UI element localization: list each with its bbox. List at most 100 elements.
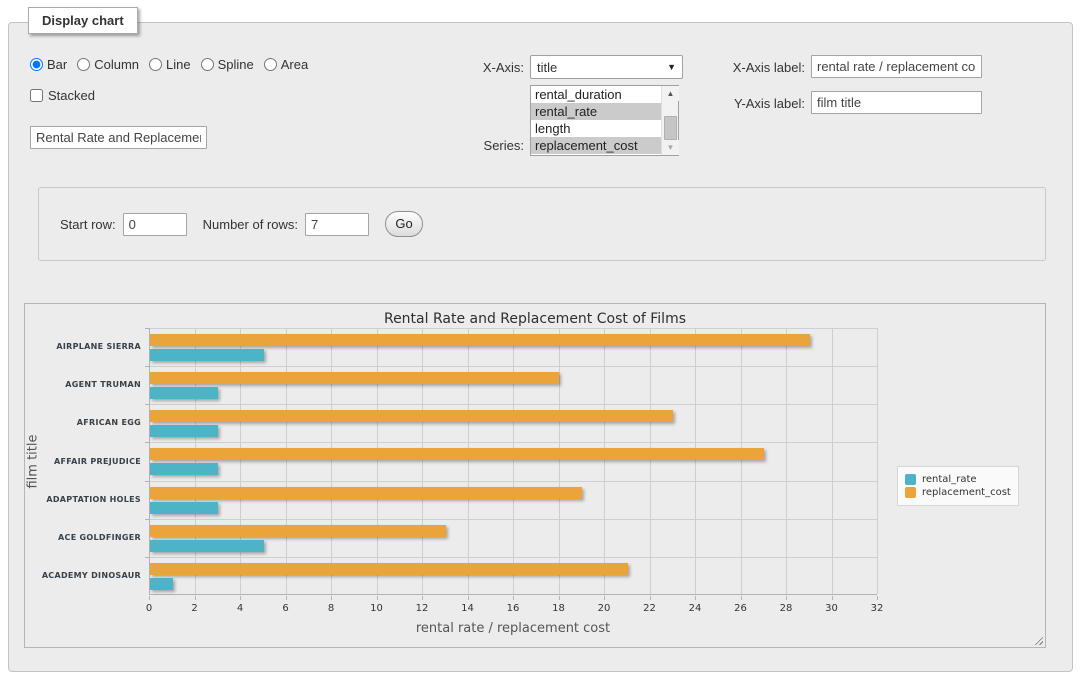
- x-axis-label-input[interactable]: [811, 55, 982, 78]
- bar-replacement_cost: [150, 525, 446, 537]
- chart-type-radio-bar[interactable]: [30, 58, 43, 71]
- chart-type-label: Line: [166, 57, 191, 72]
- gridline-horizontal: [150, 366, 877, 367]
- x-axis-title: rental rate / replacement cost: [149, 621, 877, 636]
- num-rows-label: Number of rows:: [203, 217, 298, 232]
- chart-type-option-bar: Bar: [30, 57, 67, 72]
- legend-swatch-replacement_cost: [905, 487, 916, 498]
- x-axis-tick: [650, 596, 651, 600]
- bar-replacement_cost: [150, 563, 628, 575]
- bar-rental_rate: [150, 349, 264, 361]
- x-axis-tick: [195, 596, 196, 600]
- series-option-rental_rate[interactable]: rental_rate: [531, 103, 661, 120]
- category-label: ACADEMY DINOSAUR: [29, 571, 141, 580]
- x-axis-tick-label: 6: [271, 603, 301, 614]
- legend-item-replacement_cost[interactable]: replacement_cost: [905, 487, 1011, 498]
- chart-type-radio-column[interactable]: [77, 58, 90, 71]
- scrollbar-thumb[interactable]: [664, 116, 677, 140]
- x-axis-tick-label: 4: [225, 603, 255, 614]
- gridline-vertical: [604, 328, 605, 594]
- listbox-scrollbar[interactable]: ▲ ▼: [661, 86, 678, 155]
- series-option-length[interactable]: length: [531, 120, 661, 137]
- chart-type-option-column: Column: [77, 57, 139, 72]
- bar-rental_rate: [150, 425, 218, 437]
- y-axis-tick: [145, 328, 149, 329]
- x-axis-tick-label: 28: [771, 603, 801, 614]
- gridline-vertical: [468, 328, 469, 594]
- x-axis-tick-label: 8: [316, 603, 346, 614]
- series-listbox[interactable]: rental_durationrental_ratelengthreplacem…: [530, 85, 679, 156]
- gridline-horizontal: [150, 557, 877, 558]
- chart-type-label: Bar: [47, 57, 67, 72]
- x-axis-tick: [331, 596, 332, 600]
- category-label: ADAPTATION HOLES: [29, 495, 141, 504]
- series-option-rental_duration[interactable]: rental_duration: [531, 86, 661, 103]
- go-button[interactable]: Go: [385, 211, 423, 237]
- bar-rental_rate: [150, 463, 218, 475]
- x-axis-tick-label: 20: [589, 603, 619, 614]
- y-axis-tick: [145, 366, 149, 367]
- series-option-replacement_cost[interactable]: replacement_cost: [531, 137, 661, 154]
- chart-type-label: Spline: [218, 57, 254, 72]
- legend-swatch-rental_rate: [905, 474, 916, 485]
- x-axis-tick-label: 12: [407, 603, 437, 614]
- stacked-row: Stacked: [30, 88, 95, 103]
- chart-type-option-line: Line: [149, 57, 191, 72]
- chart-plot-area: [149, 328, 877, 595]
- bar-rental_rate: [150, 502, 218, 514]
- gridline-vertical: [832, 328, 833, 594]
- num-rows-input[interactable]: [305, 213, 369, 236]
- scroll-up-icon[interactable]: ▲: [662, 86, 679, 101]
- x-axis-tick: [377, 596, 378, 600]
- gridline-vertical: [877, 328, 878, 594]
- x-axis-tick: [832, 596, 833, 600]
- category-label: ACE GOLDFINGER: [29, 533, 141, 542]
- start-row-input[interactable]: [123, 213, 187, 236]
- gridline-vertical: [331, 328, 332, 594]
- chart-type-option-area: Area: [264, 57, 308, 72]
- chart-legend: rental_rate replacement_cost: [897, 466, 1019, 506]
- chart-type-radio-spline[interactable]: [201, 58, 214, 71]
- y-axis-label-field-text: Y-Axis label:: [713, 96, 805, 111]
- chart-title-input[interactable]: [30, 126, 207, 149]
- x-axis-tick-label: 18: [544, 603, 574, 614]
- y-axis-label-input[interactable]: [811, 91, 982, 114]
- gridline-horizontal: [150, 481, 877, 482]
- gridline-horizontal: [150, 519, 877, 520]
- gridline-horizontal: [150, 328, 877, 329]
- y-axis-tick: [145, 442, 149, 443]
- bar-replacement_cost: [150, 487, 582, 499]
- x-axis-tick: [422, 596, 423, 600]
- x-axis-tick-label: 16: [498, 603, 528, 614]
- start-row-label: Start row:: [60, 217, 116, 232]
- category-label: AFRICAN EGG: [29, 418, 141, 427]
- x-axis-label-text: X-Axis:: [446, 60, 524, 75]
- x-axis-select[interactable]: title ▼: [530, 55, 683, 79]
- series-options: rental_durationrental_ratelengthreplacem…: [531, 86, 661, 155]
- gridline-vertical: [240, 328, 241, 594]
- bar-rental_rate: [150, 578, 173, 590]
- gridline-horizontal: [150, 442, 877, 443]
- bar-replacement_cost: [150, 410, 673, 422]
- legend-label-rental_rate: rental_rate: [922, 474, 977, 485]
- x-axis-tick: [695, 596, 696, 600]
- x-axis-tick-label: 26: [726, 603, 756, 614]
- y-axis-tick: [145, 557, 149, 558]
- gridline-vertical: [695, 328, 696, 594]
- chart-type-radio-group: Bar Column Line Spline Area: [30, 57, 318, 72]
- resize-handle[interactable]: [1032, 634, 1043, 645]
- legend-item-rental_rate[interactable]: rental_rate: [905, 474, 1011, 485]
- chart-type-radio-area[interactable]: [264, 58, 277, 71]
- x-axis-tick: [468, 596, 469, 600]
- chart-type-radio-line[interactable]: [149, 58, 162, 71]
- x-axis-tick-label: 22: [635, 603, 665, 614]
- legend-label-replacement_cost: replacement_cost: [922, 487, 1011, 498]
- category-label: AGENT TRUMAN: [29, 380, 141, 389]
- gridline-vertical: [559, 328, 560, 594]
- stacked-checkbox[interactable]: [30, 89, 43, 102]
- scroll-down-icon[interactable]: ▼: [662, 140, 679, 155]
- chart-title: Rental Rate and Replacement Cost of Film…: [25, 311, 1045, 327]
- series-label-text: Series:: [446, 138, 524, 153]
- stacked-label: Stacked: [48, 88, 95, 103]
- dropdown-arrow-icon: ▼: [667, 62, 676, 72]
